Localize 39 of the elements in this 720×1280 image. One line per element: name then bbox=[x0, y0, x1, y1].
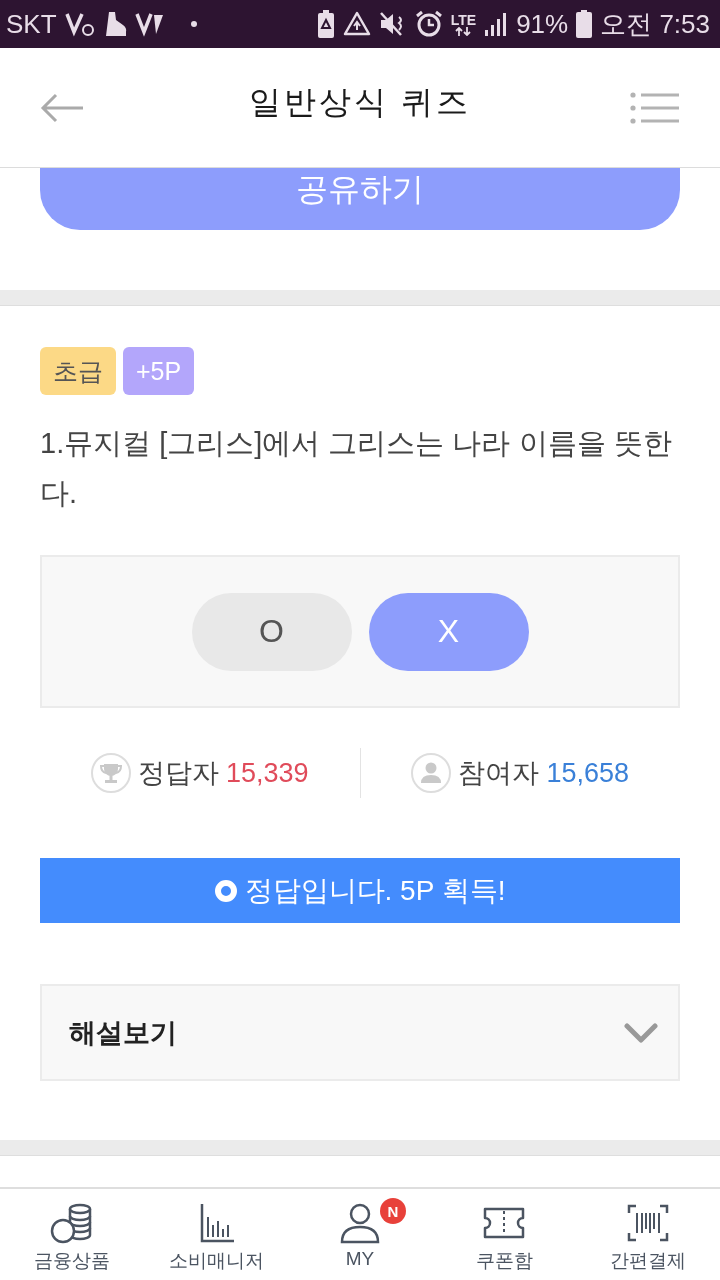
page-title: 일반상식 퀴즈 bbox=[249, 82, 471, 122]
menu-button[interactable] bbox=[630, 91, 680, 124]
coins-icon bbox=[50, 1201, 94, 1245]
recycle-icon bbox=[342, 11, 371, 37]
nav-tab[interactable]: 간편결제 bbox=[576, 1189, 720, 1280]
question-text: 1.뮤지컬 [그리스]에서 그리스는 나라 이름을 뜻한다. bbox=[40, 426, 673, 511]
person-icon bbox=[338, 1201, 382, 1245]
battery-icon bbox=[576, 10, 593, 38]
trophy-icon bbox=[90, 753, 131, 793]
quiz-tag: +5P bbox=[123, 347, 195, 395]
back-button[interactable] bbox=[40, 92, 84, 123]
clock-time: 오전 7:53 bbox=[600, 9, 710, 39]
new-badge: N bbox=[380, 1198, 406, 1224]
stat-count: 15,339 bbox=[225, 757, 309, 789]
alarm-icon bbox=[414, 10, 443, 38]
battery-recycle-icon bbox=[316, 10, 335, 38]
chevron-icon bbox=[624, 1022, 658, 1043]
result-message: 정답입니다. 5P 획득! bbox=[244, 873, 506, 908]
signal-icon bbox=[484, 12, 509, 36]
nav-tab[interactable]: 소비매니저 bbox=[144, 1189, 288, 1280]
stat-count: 15,658 bbox=[546, 757, 630, 789]
network-type: LTE bbox=[450, 12, 477, 27]
carrier-name: SKT bbox=[6, 9, 57, 39]
dot-icon bbox=[190, 21, 197, 27]
data-arrows-icon bbox=[455, 26, 472, 36]
answer-option[interactable]: O bbox=[191, 592, 352, 671]
nav-tab[interactable]: 금융상품 bbox=[0, 1189, 144, 1280]
stat-label: 참여자 bbox=[458, 757, 540, 790]
quiz-tag: 초급 bbox=[40, 347, 116, 395]
person-icon bbox=[411, 753, 452, 793]
menu-icon bbox=[630, 91, 680, 124]
v-mark-icon bbox=[64, 10, 95, 38]
stat-label: 정답자 bbox=[137, 757, 219, 790]
back-arrow-icon bbox=[40, 92, 84, 123]
battery-percent: 91% bbox=[516, 9, 569, 39]
v-mark-icon bbox=[134, 10, 165, 38]
nav-tab[interactable]: 쿠폰함 bbox=[432, 1189, 576, 1280]
explanation-toggle[interactable]: 해설보기 bbox=[40, 984, 680, 1081]
ring-icon bbox=[214, 879, 237, 902]
